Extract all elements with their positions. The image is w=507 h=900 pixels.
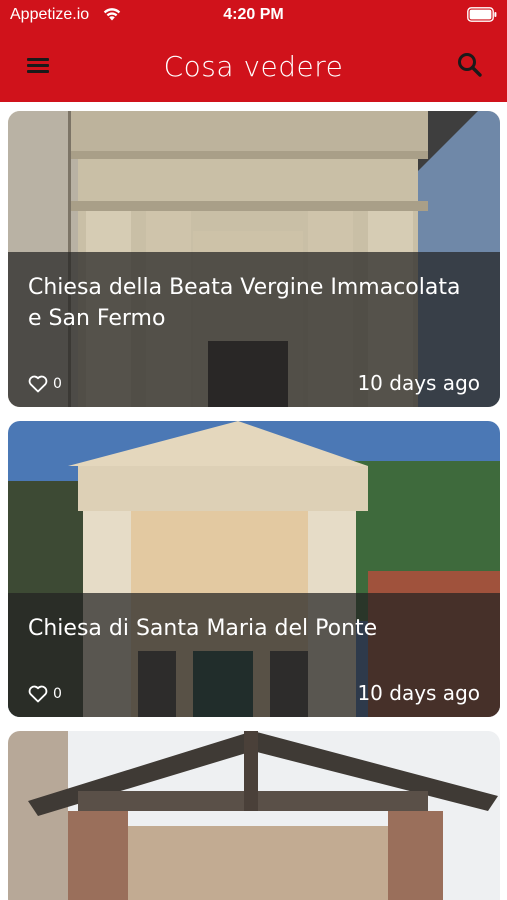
church-photo — [8, 731, 500, 900]
like-count: 0 — [53, 376, 62, 392]
list-item[interactable] — [8, 731, 500, 900]
search-icon[interactable] — [455, 50, 485, 80]
heart-icon — [28, 685, 48, 703]
like-button[interactable]: 0 — [28, 375, 62, 393]
card-caption: Chiesa di Santa Maria del Ponte 0 10 day… — [8, 593, 500, 717]
card-caption: Chiesa della Beata Vergine Immacolata e … — [8, 252, 500, 407]
card-title: Chiesa della Beata Vergine Immacolata e … — [28, 275, 461, 331]
post-date: 10 days ago — [357, 371, 480, 395]
heart-icon — [28, 375, 48, 393]
list-item[interactable]: Chiesa di Santa Maria del Ponte 0 10 day… — [8, 421, 500, 717]
like-count: 0 — [53, 686, 62, 702]
status-bar: Appetize.io 4:20 PM — [0, 0, 507, 30]
post-date: 10 days ago — [357, 681, 480, 705]
status-time: 4:20 PM — [223, 6, 284, 23]
card-title: Chiesa di Santa Maria del Ponte — [28, 616, 378, 641]
like-button[interactable]: 0 — [28, 685, 62, 703]
battery-icon — [467, 7, 497, 22]
app-header: Cosa vedere — [0, 30, 507, 102]
page-title: Cosa vedere — [163, 50, 344, 83]
app-top-bar: Appetize.io 4:20 PM Cosa vedere — [0, 0, 507, 102]
list-item[interactable]: Chiesa della Beata Vergine Immacolata e … — [8, 111, 500, 407]
